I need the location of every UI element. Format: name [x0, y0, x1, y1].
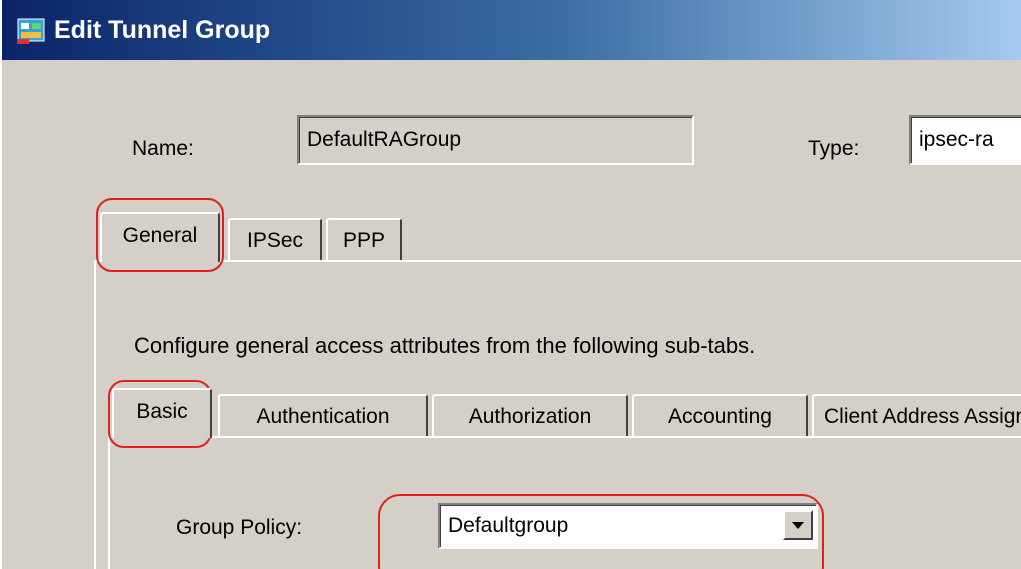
app-icon: [17, 18, 45, 44]
general-description: Configure general access attributes from…: [134, 333, 756, 358]
group-policy-select[interactable]: Defaultgroup: [438, 503, 818, 549]
subtab-basic[interactable]: Basic: [112, 388, 212, 438]
subtab-authentication[interactable]: Authentication: [218, 394, 428, 436]
edit-tunnel-group-dialog: Edit Tunnel Group Name: DefaultRAGroup T…: [0, 0, 1021, 569]
subtab-client-address-assignment[interactable]: Client Address Assignment: [812, 394, 1021, 436]
tab-ppp[interactable]: PPP: [326, 218, 402, 260]
type-field[interactable]: ipsec-ra: [909, 115, 1021, 165]
name-label: Name:: [132, 137, 194, 160]
group-policy-dropdown-button[interactable]: [783, 510, 813, 540]
type-label: Type:: [808, 137, 860, 160]
title-bar[interactable]: Edit Tunnel Group: [2, 0, 1021, 60]
group-policy-label: Group Policy:: [176, 516, 303, 539]
subtab-accounting[interactable]: Accounting: [632, 394, 808, 436]
name-field[interactable]: DefaultRAGroup: [297, 115, 694, 165]
group-policy-value: Defaultgroup: [448, 514, 569, 537]
tab-general[interactable]: General: [100, 212, 220, 262]
tab-ipsec[interactable]: IPSec: [228, 218, 322, 260]
subtab-authorization[interactable]: Authorization: [432, 394, 628, 436]
chevron-down-icon: [792, 522, 804, 529]
window-title: Edit Tunnel Group: [54, 16, 271, 44]
